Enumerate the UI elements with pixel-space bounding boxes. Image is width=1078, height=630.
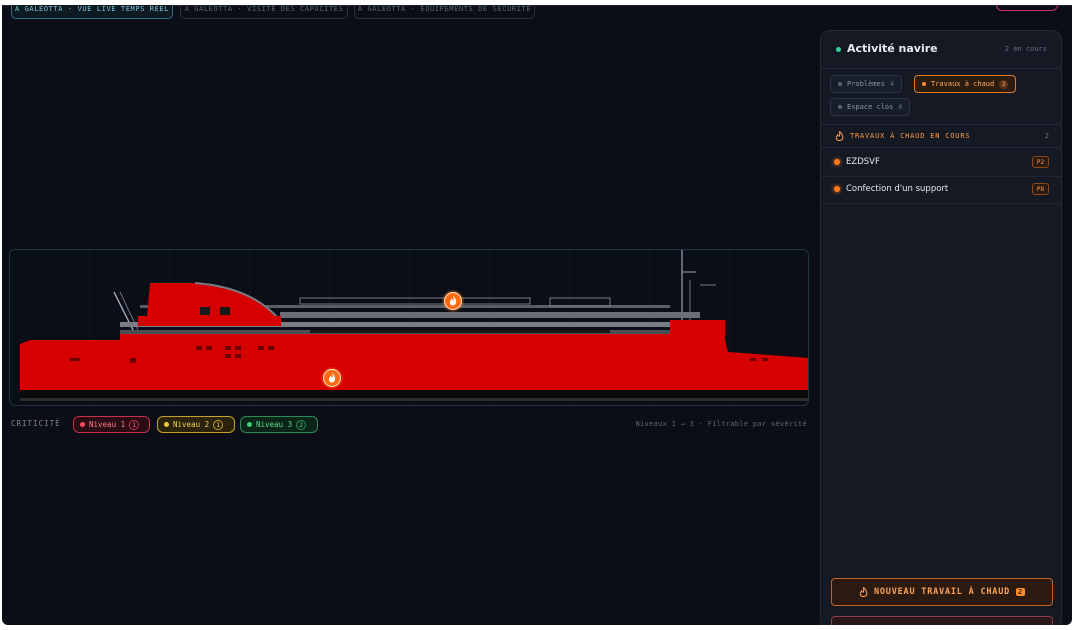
level-3-dot bbox=[247, 422, 252, 427]
filter-count: 2 bbox=[999, 79, 1009, 89]
hot-work-item-label: Confection d'un support bbox=[846, 184, 949, 194]
filter-confined-space[interactable]: Espace clos 0 bbox=[830, 98, 911, 116]
new-hot-work-button[interactable]: NOUVEAU TRAVAIL À CHAUD 2 bbox=[831, 578, 1053, 606]
level-2-count: 1 bbox=[213, 419, 224, 430]
priority-badge: P8 bbox=[1032, 183, 1049, 195]
filter-count: 0 bbox=[898, 103, 903, 111]
new-hot-work-label: NOUVEAU TRAVAIL À CHAUD bbox=[873, 587, 1011, 597]
tab-live-view[interactable]: À GALEOTTA · VUE LIVE TEMPS RÉEL bbox=[11, 5, 173, 19]
filter-dot bbox=[922, 82, 926, 86]
status-dot bbox=[834, 186, 840, 192]
panel-title: Activité navire bbox=[847, 42, 938, 55]
filter-problems[interactable]: Problèmes 4 bbox=[830, 75, 902, 93]
header-action-button[interactable] bbox=[996, 5, 1058, 11]
panel-count: 2 en cours bbox=[1004, 45, 1047, 53]
section-title: TRAVAUX À CHAUD EN COURS bbox=[850, 132, 971, 140]
filter-label: Espace clos bbox=[847, 103, 894, 111]
levels-hint: Niveaux 1 → 3 · Filtrable par sévérité bbox=[635, 420, 807, 428]
level-2-dot bbox=[164, 422, 169, 427]
flame-icon bbox=[835, 131, 844, 141]
hot-work-section-header: TRAVAUX À CHAUD EN COURS 2 bbox=[821, 124, 1061, 148]
ship-activity-panel: Activité navire 2 en cours Problèmes 4 T… bbox=[820, 30, 1062, 625]
criticity-label: CRITICITÉ bbox=[11, 419, 61, 428]
level-2-label: Niveau 2 bbox=[173, 420, 210, 429]
ship-viewer[interactable] bbox=[9, 249, 809, 406]
section-count: 2 bbox=[1044, 132, 1049, 140]
filter-dot bbox=[838, 105, 842, 109]
tab-safety-equipment[interactable]: À GALEOTTA · ÉQUIPEMENTS DE SÉCURITÉ bbox=[354, 5, 535, 19]
tab-capacities[interactable]: À GALEOTTA · VISITE DES CAPACITÉS bbox=[180, 5, 348, 19]
new-hot-work-badge: 2 bbox=[1016, 588, 1026, 596]
filter-label: Problèmes bbox=[847, 80, 885, 88]
level-1-dot bbox=[80, 422, 85, 427]
filter-hot-work[interactable]: Travaux à chaud 2 bbox=[914, 75, 1017, 93]
hot-work-marker-1 bbox=[442, 290, 464, 312]
filter-count: 4 bbox=[889, 80, 894, 88]
level-1-label: Niveau 1 bbox=[89, 420, 126, 429]
level-3-count: 2 bbox=[296, 419, 307, 430]
flame-icon bbox=[859, 586, 868, 597]
secondary-action-button[interactable] bbox=[831, 616, 1053, 625]
priority-badge: P2 bbox=[1032, 156, 1049, 168]
app-window: À GALEOTTA · VUE LIVE TEMPS RÉEL À GALEO… bbox=[2, 5, 1072, 625]
hot-work-item[interactable]: EZDSVF P2 bbox=[821, 149, 1061, 177]
hot-work-item-label: EZDSVF bbox=[846, 157, 880, 167]
filter-dot bbox=[838, 82, 842, 86]
live-status-dot bbox=[836, 47, 841, 52]
level-3-label: Niveau 3 bbox=[256, 420, 293, 429]
hot-work-marker-2 bbox=[321, 367, 343, 389]
hot-work-item[interactable]: Confection d'un support P8 bbox=[821, 176, 1061, 204]
status-dot bbox=[834, 159, 840, 165]
panel-header: Activité navire 2 en cours bbox=[821, 31, 1061, 69]
ship-profile bbox=[20, 250, 808, 405]
level-1-count: 1 bbox=[129, 419, 140, 430]
criticity-level-1-chip[interactable]: Niveau 1 1 bbox=[73, 416, 150, 433]
criticity-level-2-chip[interactable]: Niveau 2 1 bbox=[157, 416, 235, 433]
criticity-level-3-chip[interactable]: Niveau 3 2 bbox=[240, 416, 318, 433]
filter-label: Travaux à chaud bbox=[931, 80, 995, 88]
